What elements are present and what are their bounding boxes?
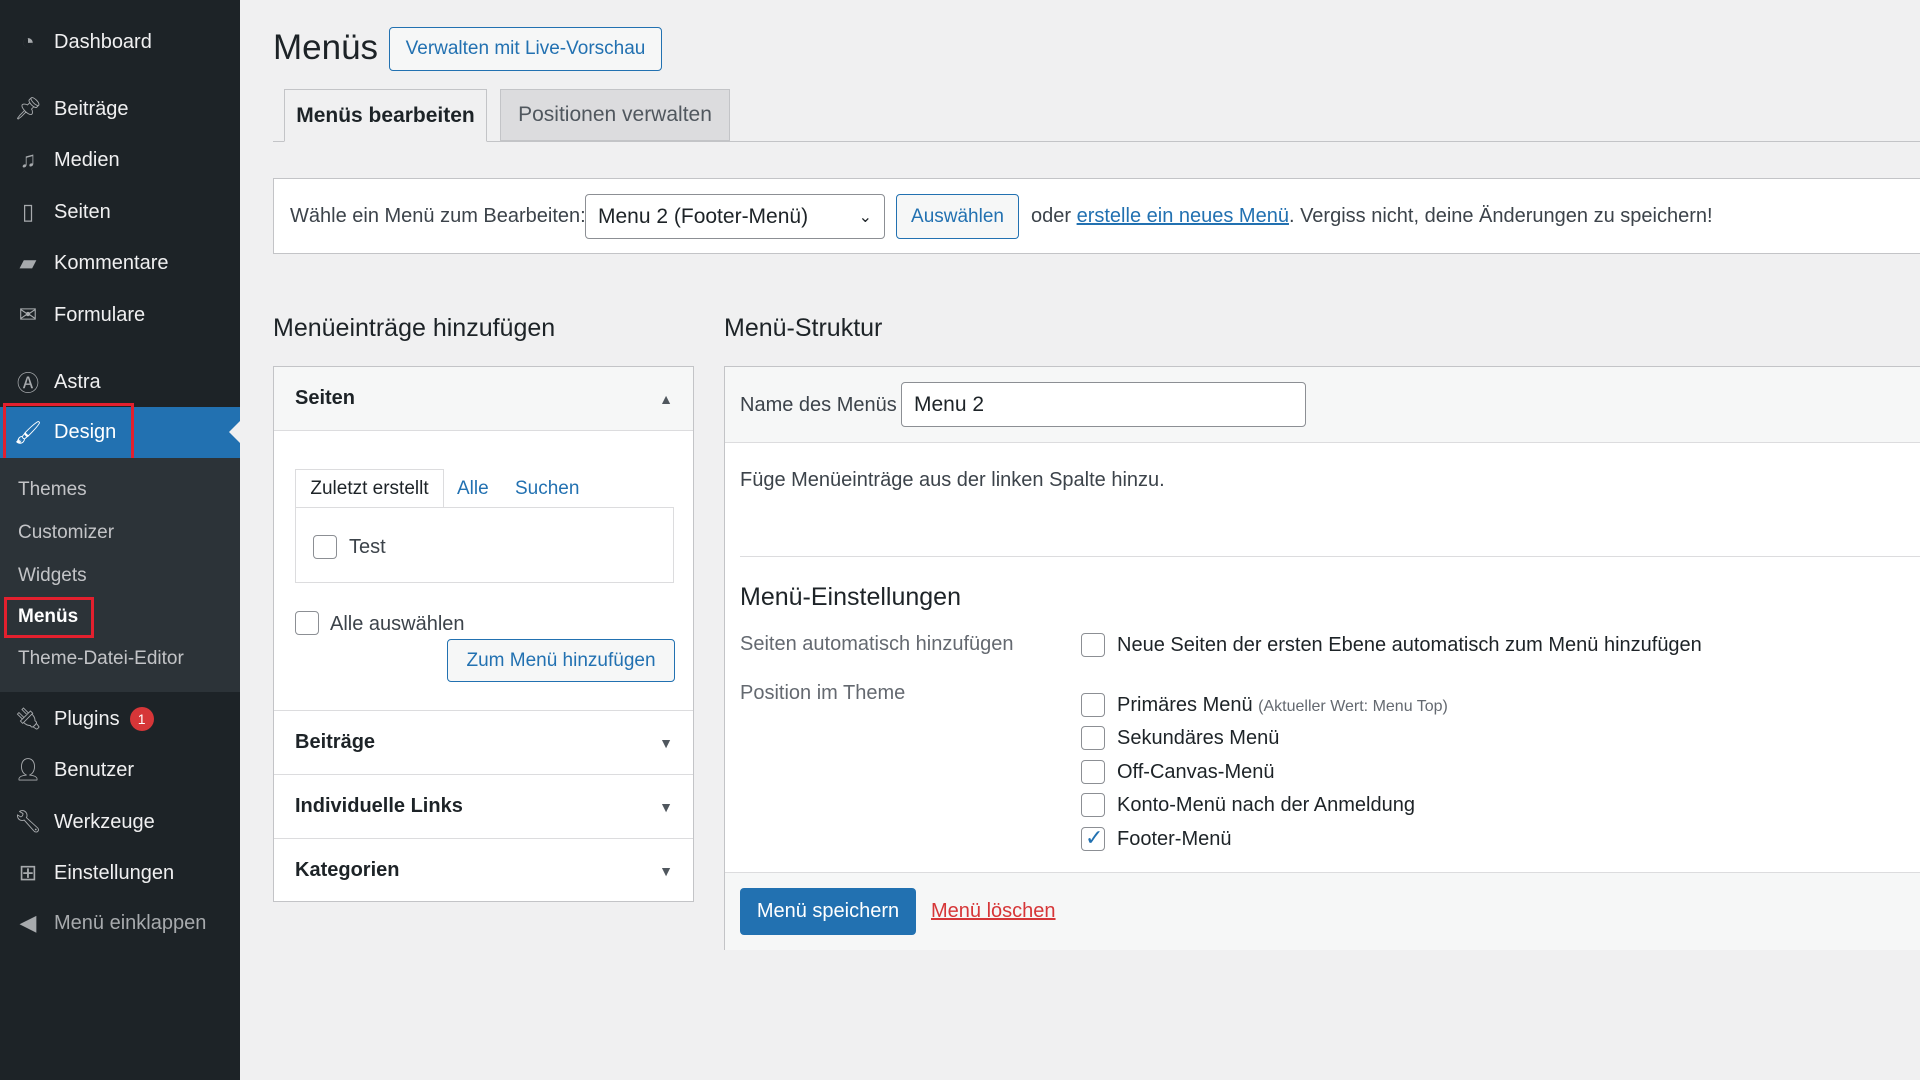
mail-icon: ✉ xyxy=(18,302,38,327)
add-items-heading: Menüeinträge hinzufügen xyxy=(273,314,556,342)
tab-edit-menus[interactable]: Menüs bearbeiten xyxy=(284,89,487,142)
sidebar-item-werkzeuge[interactable]: 🔧︎ Werkzeuge xyxy=(0,798,240,846)
media-icon: ♫ xyxy=(19,147,37,172)
submenu-customizer[interactable]: Customizer xyxy=(18,522,114,544)
update-badge: 1 xyxy=(129,707,154,731)
triangle-down-icon: ▼ xyxy=(659,798,673,815)
sidebar-item-benutzer[interactable]: 👤︎ Benutzer xyxy=(0,746,240,794)
submenu-theme-editor[interactable]: Theme-Datei-Editor xyxy=(18,648,184,670)
menu-structure-heading: Menü-Struktur xyxy=(724,314,883,342)
dashboard-icon: ◔ xyxy=(21,29,35,54)
page-list: Test xyxy=(295,507,674,583)
position-option: Footer-Menü xyxy=(1117,828,1232,850)
checkbox-select-all[interactable] xyxy=(295,611,319,635)
sidebar-item-plugins[interactable]: 🔌︎ Plugins 1 xyxy=(0,695,240,743)
collapse-icon: ◀ xyxy=(19,910,37,935)
submenu-widgets[interactable]: Widgets xyxy=(18,565,87,587)
add-items-panel: Seiten ▲ Zuletzt erstellt Alle Suchen Tes… xyxy=(273,366,694,902)
accordion-categories[interactable]: Kategorien ▼ xyxy=(274,838,693,902)
checkbox-position[interactable]: ✓ xyxy=(1081,825,1105,851)
accordion-seiten[interactable]: Seiten ▲ xyxy=(274,367,693,431)
select-all-label: Alle auswählen xyxy=(330,613,465,635)
save-menu-button[interactable]: Menü speichern xyxy=(740,888,916,935)
comment-icon: ▰ xyxy=(19,250,37,275)
user-icon: 👤︎ xyxy=(14,757,42,782)
triangle-down-icon: ▼ xyxy=(659,734,673,751)
submenu-themes[interactable]: Themes xyxy=(18,479,87,501)
save-bar: Menü speichern Menü löschen xyxy=(725,872,1920,950)
chevron-down-icon: ⌄ xyxy=(858,208,872,226)
page-item-label: Test xyxy=(349,536,386,558)
checkbox-auto-add[interactable] xyxy=(1081,633,1105,657)
subtab-all[interactable]: Alle xyxy=(457,478,489,500)
current-value-note: (Aktueller Wert: Menu Top) xyxy=(1258,698,1448,715)
sidebar-item-einstellungen[interactable]: ⊞ Einstellungen xyxy=(0,849,240,897)
menu-structure-panel: Name des Menüs Menu 2 Füge Menüeinträge … xyxy=(724,366,1920,950)
tab-divider xyxy=(273,141,1920,142)
position-option: Off-Canvas-Menü xyxy=(1117,761,1275,783)
menu-name-input[interactable]: Menu 2 xyxy=(901,382,1306,427)
checkbox-position[interactable] xyxy=(1081,693,1105,717)
sidebar-item-kommentare[interactable]: ▰ Kommentare xyxy=(0,239,240,287)
accordion-custom-links[interactable]: Individuelle Links ▼ xyxy=(274,774,693,838)
auto-add-label: Seiten automatisch hinzufügen xyxy=(740,633,1014,655)
pages-icon: ▯ xyxy=(21,199,35,224)
wrench-icon: 🔧︎ xyxy=(14,809,42,834)
sidebar-item-medien[interactable]: ♫ Medien xyxy=(0,136,240,184)
select-button[interactable]: Auswählen xyxy=(896,194,1019,239)
tab-manage-locations[interactable]: Positionen verwalten xyxy=(500,89,730,141)
sidebar-item-dashboard[interactable]: ◔ Dashboard xyxy=(0,18,240,66)
sidebar-item-astra[interactable]: Ⓐ Astra xyxy=(0,358,240,406)
add-to-menu-button[interactable]: Zum Menü hinzufügen xyxy=(447,639,675,682)
delete-menu-link[interactable]: Menü löschen xyxy=(931,900,1056,923)
menu-settings-heading: Menü-Einstellungen xyxy=(740,583,961,611)
sidebar-item-formulare[interactable]: ✉ Formulare xyxy=(0,291,240,339)
subtab-recent[interactable]: Zuletzt erstellt xyxy=(295,469,444,508)
accordion-beitraege[interactable]: Beiträge ▼ xyxy=(274,710,693,774)
live-preview-button[interactable]: Verwalten mit Live-Vorschau xyxy=(389,27,662,71)
checkmark-icon: ✓ xyxy=(1085,825,1104,850)
collapse-menu[interactable]: ◀ Menü einklappen xyxy=(0,899,240,947)
create-new-menu-link[interactable]: erstelle ein neues Menü xyxy=(1077,205,1289,227)
highlight-box-menus xyxy=(4,597,94,638)
position-option: Sekundäres Menü xyxy=(1117,727,1280,749)
checkbox-position[interactable] xyxy=(1081,760,1105,784)
menu-hint: Füge Menüeinträge aus der linken Spalte … xyxy=(740,469,1165,491)
position-option: Konto-Menü nach der Anmeldung xyxy=(1117,794,1415,816)
triangle-up-icon: ▲ xyxy=(659,390,673,407)
select-menu-label: Wähle ein Menü zum Bearbeiten: xyxy=(290,205,586,227)
subtab-search[interactable]: Suchen xyxy=(515,478,579,500)
auto-add-option: Neue Seiten der ersten Ebene automatisch… xyxy=(1117,634,1702,656)
page-title: Menüs xyxy=(273,28,379,67)
checkbox-test[interactable] xyxy=(313,535,337,559)
settings-icon: ⊞ xyxy=(18,860,38,885)
sidebar-item-seiten[interactable]: ▯ Seiten xyxy=(0,188,240,236)
design-submenu: Themes Customizer Widgets Menüs Theme-Da… xyxy=(0,458,240,692)
menu-name-row: Name des Menüs Menu 2 xyxy=(725,367,1920,443)
menu-select[interactable]: Menu 2 (Footer-Menü) ⌄ xyxy=(585,194,885,239)
highlight-box-design xyxy=(3,403,134,461)
position-option: Primäres Menü (Aktueller Wert: Menu Top) xyxy=(1117,694,1448,716)
astra-icon: Ⓐ xyxy=(16,371,39,396)
active-arrow xyxy=(229,421,240,443)
admin-sidebar: ◔ Dashboard 📌︎ Beiträge ♫ Medien ▯ Seiten ▰ K… xyxy=(0,0,240,1080)
divider xyxy=(740,556,1920,557)
checkbox-position[interactable] xyxy=(1081,726,1105,750)
checkbox-position[interactable] xyxy=(1081,793,1105,817)
menu-select-bar: Wähle ein Menü zum Bearbeiten: Menu 2 (F… xyxy=(273,178,1920,254)
sidebar-item-beitraege[interactable]: 📌︎ Beiträge xyxy=(0,85,240,133)
menu-name-label: Name des Menüs xyxy=(740,394,897,416)
create-menu-text: oder erstelle ein neues Menü. Vergiss ni… xyxy=(1031,205,1713,227)
triangle-down-icon: ▼ xyxy=(659,862,673,879)
pin-icon: 📌︎ xyxy=(14,96,42,121)
position-label: Position im Theme xyxy=(740,682,906,704)
plugin-icon: 🔌︎ xyxy=(14,706,42,731)
